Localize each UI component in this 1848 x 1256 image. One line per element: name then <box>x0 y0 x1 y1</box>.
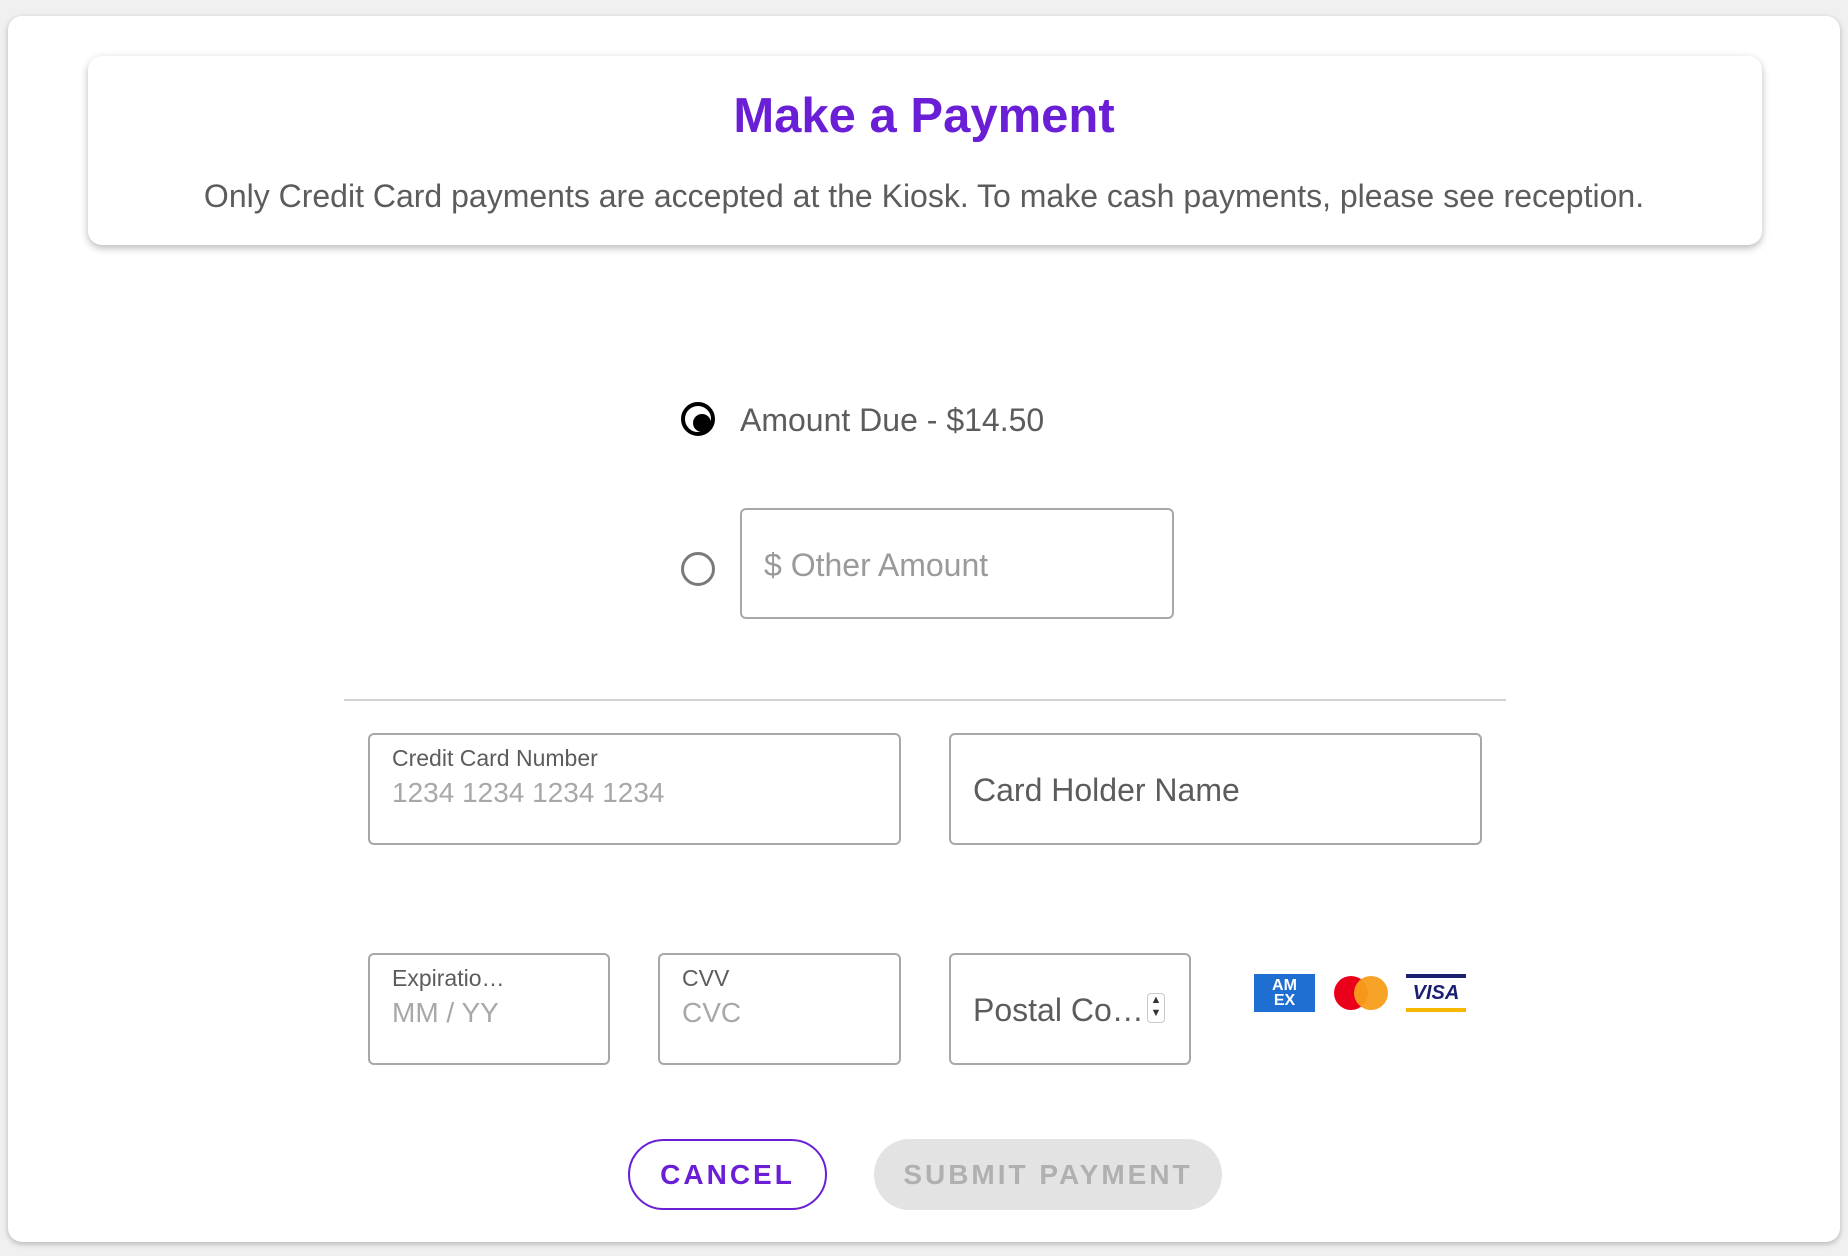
other-amount-radio[interactable] <box>681 552 715 586</box>
header-card <box>88 56 1762 245</box>
visa-icon: VISA <box>1406 974 1466 1012</box>
card-number-placeholder: 1234 1234 1234 1234 <box>392 777 665 808</box>
amex-icon: AM EX <box>1254 974 1315 1012</box>
cvv-placeholder: CVC <box>682 997 742 1028</box>
postal-code-field[interactable]: Postal Co… ▲ ▼ <box>949 953 1191 1065</box>
section-divider <box>344 699 1506 701</box>
postal-code-placeholder: Postal Co… <box>973 992 1144 1028</box>
card-number-label: Credit Card Number <box>392 745 598 771</box>
amount-due-radio[interactable] <box>681 402 715 436</box>
submit-payment-button[interactable]: SUBMIT PAYMENT <box>874 1139 1222 1210</box>
card-holder-placeholder: Card Holder Name <box>973 772 1240 808</box>
other-amount-placeholder: $ Other Amount <box>764 547 989 583</box>
amount-due-label[interactable]: Amount Due - $14.50 <box>740 402 1044 439</box>
card-number-field[interactable]: Credit Card Number 1234 1234 1234 1234 <box>368 733 901 845</box>
page-subtitle: Only Credit Card payments are accepted a… <box>203 178 1645 214</box>
stepper-icon[interactable]: ▲ ▼ <box>1147 993 1165 1023</box>
mastercard-icon <box>1332 974 1390 1012</box>
other-amount-input[interactable]: $ Other Amount <box>740 508 1174 619</box>
expiration-placeholder: MM / YY <box>392 997 499 1028</box>
expiration-field[interactable]: Expiratio… MM / YY <box>368 953 610 1065</box>
card-holder-field[interactable]: Card Holder Name <box>949 733 1482 845</box>
expiration-label: Expiratio… <box>392 965 505 991</box>
cvv-field[interactable]: CVV CVC <box>658 953 901 1065</box>
cvv-label: CVV <box>682 965 730 991</box>
page-title: Make a Payment <box>733 89 1115 143</box>
cancel-button[interactable]: CANCEL <box>628 1139 827 1210</box>
